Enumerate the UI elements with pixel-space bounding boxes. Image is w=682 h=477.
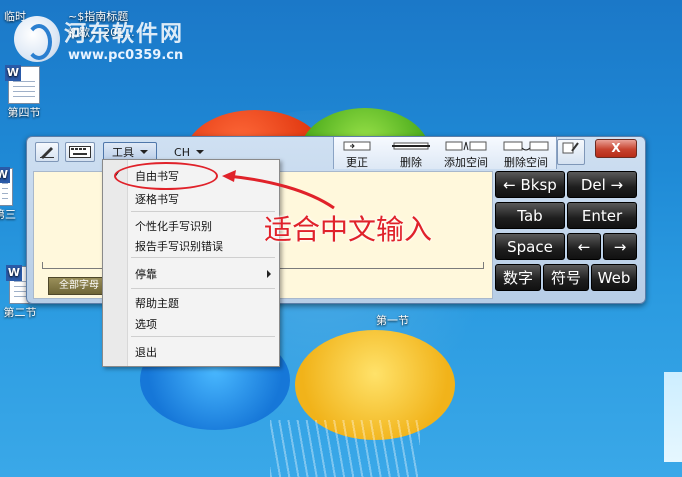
quick-keys-panel: ← Bksp Del → Tab Enter Space ← → 数字 符号 W…	[495, 171, 641, 301]
desktop-icon-label: 第二节	[3, 306, 37, 319]
language-label: CH	[174, 145, 190, 159]
delete-space-button[interactable]: 删除空间	[498, 137, 554, 169]
space-key[interactable]: Space	[495, 233, 565, 260]
all-characters-button[interactable]: 全部字母	[48, 277, 110, 295]
on-screen-keyboard-button[interactable]	[65, 142, 95, 162]
chevron-down-icon	[195, 150, 204, 154]
tab-key[interactable]: Tab	[495, 202, 565, 229]
tools-menu-label: 工具	[112, 146, 134, 159]
symbols-key[interactable]: 符号	[543, 264, 589, 291]
delete-key[interactable]: Del →	[567, 171, 637, 198]
keyboard-icon	[69, 146, 91, 158]
word-logo-icon: W	[0, 167, 10, 183]
menu-item-options[interactable]: 选项	[135, 316, 157, 332]
delete-label: 删除	[400, 156, 422, 169]
desktop-icon-label-lesson-one[interactable]: 第一节	[376, 312, 409, 328]
delete-button[interactable]: 删除	[388, 137, 434, 169]
word-document-icon: W	[0, 167, 13, 206]
watermark-url: www.pc0359.cn	[68, 48, 184, 63]
menu-separator	[131, 336, 275, 337]
pen-icon	[40, 147, 54, 159]
backspace-key[interactable]: ← Bksp	[495, 171, 565, 198]
correct-label: 更正	[346, 156, 368, 169]
edit-gesture-group: 更正 删除 添加空间 删除空间	[333, 137, 557, 169]
menu-separator	[131, 288, 275, 289]
right-arrow-key[interactable]: →	[603, 233, 637, 260]
desktop-icon-lesson-four[interactable]: W 第四节	[2, 65, 46, 120]
menu-icon-gutter	[103, 160, 128, 366]
correct-gesture-icon	[343, 141, 371, 151]
annotation-arrow-icon	[222, 170, 335, 210]
chevron-right-icon	[267, 270, 271, 278]
enter-key[interactable]: Enter	[567, 202, 637, 229]
menu-item-help-topics[interactable]: 帮助主题	[135, 295, 179, 311]
desktop-icon-label: 第三	[0, 208, 16, 221]
word-logo-icon: W	[6, 265, 22, 281]
delete-space-label: 删除空间	[504, 156, 548, 169]
close-button[interactable]: X	[595, 139, 637, 158]
menu-item-exit[interactable]: 退出	[135, 344, 157, 360]
numbers-key[interactable]: 数字	[495, 264, 541, 291]
chevron-down-icon	[140, 150, 148, 154]
menu-item-docking[interactable]: 停靠	[135, 266, 157, 282]
menu-separator	[131, 211, 275, 212]
menu-item-personalize-recognition[interactable]: 个性化手写识别	[135, 218, 212, 234]
add-space-button[interactable]: 添加空间	[440, 137, 492, 169]
desktop-icon-lesson-three[interactable]: W 第三	[0, 167, 16, 222]
help-icon	[562, 142, 579, 154]
menu-item-character-pad[interactable]: 逐格书写	[135, 191, 179, 207]
correct-button[interactable]: 更正	[338, 137, 376, 169]
handwriting-pad-button[interactable]	[35, 142, 59, 162]
watermark-logo-icon	[14, 16, 60, 62]
left-arrow-key[interactable]: ←	[567, 233, 601, 260]
wallpaper-light-patch	[664, 372, 682, 462]
help-button[interactable]	[557, 139, 585, 165]
delete-gesture-icon	[392, 142, 430, 150]
wallpaper-grass	[270, 420, 420, 477]
annotation-text: 适合中文输入	[264, 213, 433, 246]
desktop-icon-label: 第四节	[7, 106, 41, 119]
highlight-ellipse	[114, 162, 218, 190]
site-watermark: 河东软件网 www.pc0359.cn	[10, 12, 220, 72]
web-key[interactable]: Web	[591, 264, 637, 291]
add-space-label: 添加空间	[444, 156, 488, 169]
watermark-title: 河东软件网	[64, 21, 185, 47]
delete-space-gesture-icon	[503, 141, 549, 151]
menu-item-report-recognition-errors[interactable]: 报告手写识别错误	[135, 238, 223, 254]
word-logo-icon: W	[5, 65, 21, 81]
add-space-gesture-icon	[445, 141, 487, 151]
menu-separator	[131, 257, 275, 258]
word-document-icon: W	[5, 65, 40, 104]
